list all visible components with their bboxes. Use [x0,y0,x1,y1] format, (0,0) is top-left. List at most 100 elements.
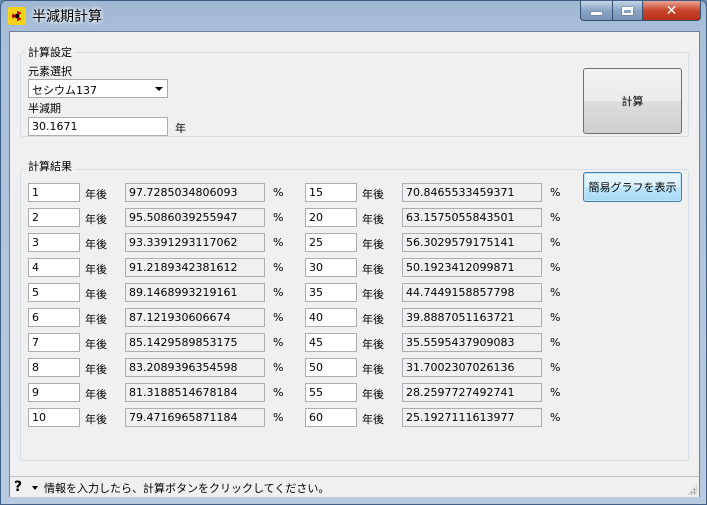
window-title: 半減期計算 [32,9,102,25]
years-suffix-label: 年後 [362,288,384,301]
years-input[interactable]: 40 [305,308,357,327]
maximize-button[interactable] [612,1,643,21]
show-graph-button[interactable]: 簡易グラフを表示 [583,172,682,202]
percent-label: % [273,211,284,224]
remaining-value: 70.8465533459371 [402,183,542,202]
years-input[interactable]: 10 [28,408,80,427]
years-input[interactable]: 7 [28,333,80,352]
remaining-value: 39.8887051163721 [402,308,542,327]
percent-label: % [550,386,561,399]
years-suffix-label: 年後 [362,338,384,351]
remaining-value: 91.2189342381612 [125,258,265,277]
calculate-button[interactable]: 計算 [583,68,682,134]
years-input[interactable]: 3 [28,233,80,252]
years-suffix-label: 年後 [362,413,384,426]
remaining-value: 95.5086039255947 [125,208,265,227]
years-suffix-label: 年後 [85,338,107,351]
remaining-value: 56.3029579175141 [402,233,542,252]
client-area: 計算設定 元素選択 セシウム137 半減期 30.1671 年 計算 計算結果 … [9,31,700,497]
remaining-value: 81.3188514678184 [125,383,265,402]
remaining-value: 87.121930606674 [125,308,265,327]
status-bar: ? 情報を入力したら、計算ボタンをクリックしてください。 [10,476,699,497]
years-suffix-label: 年後 [85,413,107,426]
remaining-value: 97.7285034806093 [125,183,265,202]
halflife-input[interactable]: 30.1671 [28,117,168,136]
minimize-button[interactable] [580,1,613,21]
years-input[interactable]: 15 [305,183,357,202]
remaining-value: 31.7002307026136 [402,358,542,377]
radiation-icon [8,7,26,25]
element-select-value: セシウム137 [32,84,97,97]
resize-grip-icon[interactable] [687,485,697,495]
title-bar[interactable]: 半減期計算 ✕ [1,1,706,29]
close-icon: ✕ [665,2,678,19]
years-suffix-label: 年後 [85,263,107,276]
years-input[interactable]: 60 [305,408,357,427]
results-group-label: 計算結果 [26,158,74,174]
years-input[interactable]: 6 [28,308,80,327]
years-input[interactable]: 35 [305,283,357,302]
years-suffix-label: 年後 [362,263,384,276]
help-icon[interactable]: ? [14,479,22,495]
years-input[interactable]: 9 [28,383,80,402]
settings-group-label: 計算設定 [26,44,74,60]
remaining-value: 79.4716965871184 [125,408,265,427]
percent-label: % [273,186,284,199]
years-suffix-label: 年後 [85,388,107,401]
percent-label: % [273,411,284,424]
percent-label: % [550,411,561,424]
years-input[interactable]: 1 [28,183,80,202]
remaining-value: 50.1923412099871 [402,258,542,277]
years-input[interactable]: 45 [305,333,357,352]
years-input[interactable]: 2 [28,208,80,227]
years-input[interactable]: 55 [305,383,357,402]
remaining-value: 85.1429589853175 [125,333,265,352]
percent-label: % [273,236,284,249]
remaining-value: 35.5595437909083 [402,333,542,352]
years-suffix-label: 年後 [85,188,107,201]
remaining-value: 89.1468993219161 [125,283,265,302]
halflife-label: 半減期 [28,102,61,115]
close-button[interactable]: ✕ [642,1,701,21]
element-label: 元素選択 [28,65,72,78]
years-suffix-label: 年後 [85,238,107,251]
years-input[interactable]: 30 [305,258,357,277]
years-suffix-label: 年後 [362,313,384,326]
years-suffix-label: 年後 [362,363,384,376]
percent-label: % [550,286,561,299]
halflife-unit: 年 [175,122,186,135]
status-text: 情報を入力したら、計算ボタンをクリックしてください。 [44,482,330,495]
remaining-value: 25.1927111613977 [402,408,542,427]
years-suffix-label: 年後 [85,288,107,301]
years-suffix-label: 年後 [362,213,384,226]
years-input[interactable]: 25 [305,233,357,252]
years-input[interactable]: 4 [28,258,80,277]
years-suffix-label: 年後 [362,388,384,401]
percent-label: % [273,336,284,349]
percent-label: % [550,186,561,199]
years-input[interactable]: 8 [28,358,80,377]
remaining-value: 44.7449158857798 [402,283,542,302]
percent-label: % [550,336,561,349]
percent-label: % [550,236,561,249]
years-input[interactable]: 20 [305,208,357,227]
percent-label: % [273,261,284,274]
remaining-value: 83.2089396354598 [125,358,265,377]
minimize-icon [591,12,602,15]
years-suffix-label: 年後 [362,188,384,201]
remaining-value: 28.2597727492741 [402,383,542,402]
dropdown-arrow-icon[interactable] [32,486,38,490]
percent-label: % [273,361,284,374]
percent-label: % [550,311,561,324]
element-select[interactable]: セシウム137 [28,79,168,98]
percent-label: % [550,211,561,224]
percent-label: % [550,361,561,374]
percent-label: % [273,286,284,299]
years-input[interactable]: 50 [305,358,357,377]
maximize-icon [622,6,633,15]
years-suffix-label: 年後 [85,363,107,376]
years-suffix-label: 年後 [362,238,384,251]
years-suffix-label: 年後 [85,213,107,226]
percent-label: % [273,311,284,324]
years-input[interactable]: 5 [28,283,80,302]
